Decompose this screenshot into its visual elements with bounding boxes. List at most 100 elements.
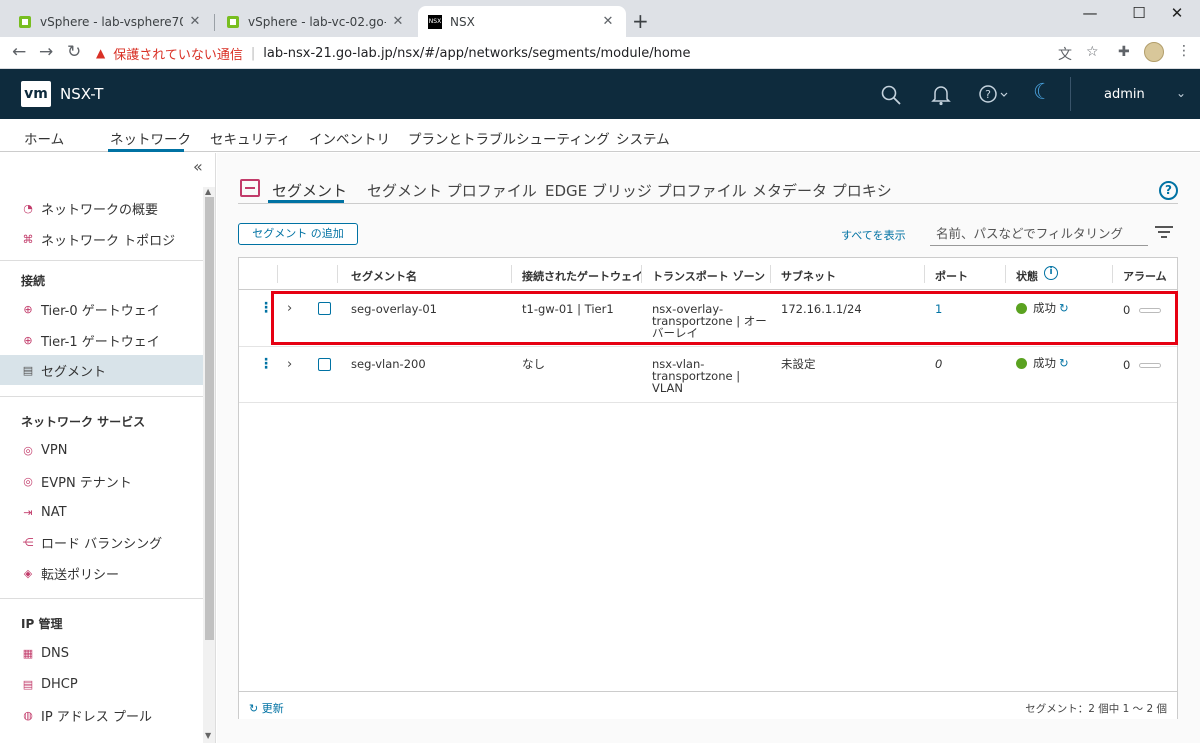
sidebar-item-label: Tier-1 ゲートウェイ [41, 334, 160, 350]
scroll-up-icon[interactable]: ▲ [205, 187, 211, 196]
refresh-icon: ↻ [249, 702, 262, 715]
security-status[interactable]: 保護されていない通信 [113, 44, 243, 63]
column-separator [1112, 265, 1113, 283]
reload-icon[interactable]: ↻ [67, 42, 81, 62]
forwarding-icon: ◈ [23, 566, 33, 580]
sidebar-item-dns[interactable]: ▦ DNS [21, 638, 203, 668]
segment-name[interactable]: seg-vlan-200 [351, 358, 426, 370]
show-all-link[interactable]: すべてを表示 [841, 227, 906, 243]
new-tab-button[interactable]: + [632, 9, 649, 33]
column-header-name[interactable]: セグメント名 [351, 268, 417, 284]
browser-tab-active[interactable]: NSX NSX ✕ [418, 6, 626, 37]
help-menu-icon[interactable]: ? [979, 84, 1009, 104]
vsphere-favicon-icon [227, 15, 239, 28]
sidebar-item-load-balancing[interactable]: ⋲ ロード バランシング [21, 527, 203, 557]
nav-inventory[interactable]: インベントリ [309, 128, 390, 148]
scroll-down-icon[interactable]: ▼ [205, 731, 211, 740]
url-divider: | [250, 45, 256, 61]
dhcp-icon: ▤ [22, 677, 34, 691]
column-separator [277, 265, 278, 283]
sidebar-item-network-topology[interactable]: ⌘ ネットワーク トポロジ [21, 224, 203, 254]
refresh-status-icon[interactable]: ↻ [1059, 356, 1069, 370]
tab-segments[interactable]: セグメント [272, 180, 347, 201]
column-header-ports[interactable]: ポート [935, 268, 968, 284]
top-navigation: ホーム ネットワーク セキュリティ インベントリ プランとトラブルシューティング… [0, 119, 1200, 152]
close-tab-icon[interactable]: ✕ [600, 14, 616, 29]
header-divider [1070, 77, 1071, 111]
dark-mode-icon[interactable]: ☾ [1033, 80, 1053, 105]
ports-cell: 0 [935, 357, 943, 371]
sidebar-item-label: 転送ポリシー [41, 567, 120, 583]
column-header-transport-zone[interactable]: トランスポート ゾーン [652, 268, 765, 284]
table-row[interactable]: ⋮ › seg-vlan-200 なし nsx-vlan- transportz… [239, 347, 1177, 403]
close-tab-icon[interactable]: ✕ [187, 14, 203, 29]
tab-edge-bridge-profiles[interactable]: EDGE ブリッジ プロファイル [545, 180, 747, 201]
nav-security[interactable]: セキュリティ [210, 128, 290, 148]
subnet-cell: 未設定 [781, 357, 816, 371]
sidebar-item-evpn-tenant[interactable]: ◎ EVPN テナント [21, 466, 203, 496]
sidebar-item-forwarding-policy[interactable]: ◈ 転送ポリシー [21, 558, 203, 588]
star-icon[interactable]: ☆ [1086, 44, 1099, 60]
address-bar[interactable]: ▲ 保護されていない通信 | lab-nsx-21.go-lab.jp/nsx/… [96, 41, 1106, 65]
alarms-cell: 0 [1123, 359, 1162, 371]
extensions-icon[interactable]: ✚ [1118, 44, 1130, 60]
segment-page-icon [240, 179, 260, 197]
browser-tab-title: vSphere - lab-vsphere70-02-nsxt [40, 14, 183, 29]
filter-input[interactable] [930, 222, 1148, 246]
sidebar-item-vpn[interactable]: ◎ VPN [21, 435, 203, 465]
status-info-icon[interactable]: i [1044, 266, 1058, 280]
status-cell: 成功 ↻ [1016, 357, 1069, 369]
tab-metadata-proxy[interactable]: メタデータ プロキシ [752, 180, 892, 201]
active-tab-indicator [268, 200, 344, 203]
user-menu[interactable]: admin [1104, 87, 1145, 102]
browser-menu-icon[interactable]: ⋮ [1177, 43, 1191, 59]
sidebar-item-label: DNS [41, 645, 69, 661]
sidebar-item-nat[interactable]: ⇥ NAT [21, 497, 203, 527]
tab-segment-profiles[interactable]: セグメント プロファイル [367, 180, 537, 201]
ip-pool-icon: ◍ [23, 708, 33, 722]
sidebar-item-network-overview[interactable]: ◔ ネットワークの概要 [21, 193, 203, 223]
sidebar-item-label: IP アドレス プール [41, 709, 152, 725]
column-separator [924, 265, 925, 283]
sidebar-item-tier1[interactable]: ⊕ Tier-1 ゲートウェイ [21, 325, 203, 355]
browser-tab-2[interactable]: vSphere - lab-vc-02.go-lab.jp - U ✕ [216, 6, 416, 37]
profile-avatar[interactable] [1144, 42, 1164, 62]
status-text: 成功 [1033, 356, 1056, 370]
close-tab-icon[interactable]: ✕ [390, 14, 406, 29]
sidebar-item-tier0[interactable]: ⊕ Tier-0 ゲートウェイ [21, 294, 203, 324]
collapse-sidebar-icon[interactable]: « [193, 157, 203, 176]
sidebar-item-dhcp[interactable]: ▤ DHCP [21, 669, 203, 699]
alarm-bar [1139, 363, 1162, 368]
search-icon[interactable] [881, 85, 901, 105]
row-actions-icon[interactable]: ⋮ [259, 356, 273, 372]
sidebar-scroll-thumb[interactable] [205, 197, 214, 640]
minimize-button[interactable]: — [1067, 4, 1113, 22]
nav-networking[interactable]: ネットワーク [110, 128, 191, 148]
nav-system[interactable]: システム [616, 128, 670, 148]
translate-icon[interactable]: ⽂ [1058, 44, 1072, 64]
column-header-status[interactable]: 状態 [1016, 268, 1038, 284]
warning-icon: ▲ [96, 46, 106, 60]
app-header: vm NSX-T ? ☾ admin ⌄ [0, 69, 1200, 119]
column-header-subnet[interactable]: サブネット [781, 268, 836, 284]
bell-icon[interactable] [931, 84, 951, 106]
nav-home[interactable]: ホーム [24, 128, 64, 148]
forward-arrow-icon[interactable]: → [39, 42, 53, 62]
add-segment-button[interactable]: セグメント の追加 [238, 223, 358, 245]
nav-plan-troubleshoot[interactable]: プランとトラブルシューティング [408, 128, 610, 148]
sidebar-item-label: セグメント [41, 364, 107, 380]
chevron-right-icon[interactable]: › [287, 357, 292, 372]
back-arrow-icon[interactable]: ← [12, 42, 26, 62]
column-header-gateway[interactable]: 接続されたゲートウェイ [522, 268, 643, 284]
chevron-down-icon[interactable]: ⌄ [1176, 86, 1186, 100]
refresh-label: 更新 [261, 702, 284, 715]
browser-tab-1[interactable]: vSphere - lab-vsphere70-02-nsxt ✕ [8, 6, 213, 37]
close-window-button[interactable]: ✕ [1154, 4, 1200, 22]
refresh-button[interactable]: ↻ 更新 [249, 700, 284, 716]
filter-options-icon[interactable] [1155, 226, 1173, 241]
sidebar-item-ip-pools[interactable]: ◍ IP アドレス プール [21, 700, 203, 730]
column-header-alarms[interactable]: アラーム [1123, 268, 1167, 284]
url-text: lab-nsx-21.go-lab.jp/nsx/#/app/networks/… [263, 45, 691, 61]
help-icon[interactable]: ? [1159, 181, 1178, 200]
sidebar-item-segments[interactable]: ▤ セグメント [0, 355, 203, 385]
